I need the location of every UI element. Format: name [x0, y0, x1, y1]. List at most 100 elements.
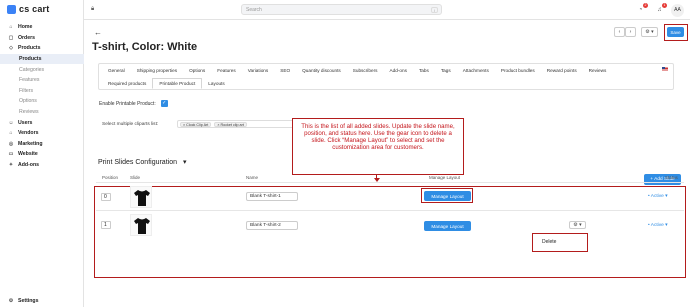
sidebar-item-add-ons[interactable]: ✦ Add-ons — [0, 160, 84, 171]
sidebar-item-features-sub[interactable]: Features — [0, 75, 84, 86]
position-input[interactable]: 1 — [101, 221, 111, 229]
sidebar-item-settings[interactable]: ⚙ Settings — [0, 296, 39, 307]
section-title-text: Print Slides Configuration — [98, 158, 177, 166]
row-divider — [96, 182, 684, 183]
sidebar-item-label: Users — [18, 119, 33, 126]
alerts-badge: 1 — [662, 3, 667, 8]
slide-name-input[interactable]: Blank T-shirt-1 — [246, 192, 298, 201]
tab-reward-points[interactable]: Reward points — [541, 68, 583, 73]
bell-icon[interactable]: ♫ 1 — [655, 3, 667, 14]
tab-reviews[interactable]: Reviews — [583, 68, 613, 73]
tab-variations[interactable]: Variations — [242, 68, 275, 73]
products-icon: ◇ — [9, 45, 13, 52]
search-input[interactable]: Search / — [241, 4, 442, 15]
tshirt-thumbnail — [130, 214, 152, 236]
clipart-label: Select multiple cliparts list: — [102, 122, 159, 127]
tabs: General Shipping properties Options Feature… — [98, 63, 674, 90]
tab-subscribers[interactable]: Subscribers — [347, 68, 384, 73]
tab-product-bundles[interactable]: Product bundles — [495, 68, 541, 73]
sidebar-item-label: Home — [18, 24, 33, 31]
clipart-chip[interactable]: × Rocket clip art — [214, 121, 247, 127]
manage-layout-button[interactable]: Manage Layout — [424, 191, 471, 201]
sidebar-item-website[interactable]: ▭ Website — [0, 149, 84, 160]
sidebar-item-reviews-sub[interactable]: Reviews — [0, 107, 84, 118]
save-button[interactable]: Save — [667, 27, 684, 37]
settings-icon: ⚙ — [8, 298, 14, 305]
sidebar-item-users[interactable]: ☺ Users — [0, 117, 84, 128]
clipart-chip[interactable]: × Clock Clip Art — [180, 121, 212, 127]
gear-icon: ⚙ ▾ — [573, 222, 582, 228]
tab-shipping-properties[interactable]: Shipping properties — [131, 68, 183, 73]
status-dropdown[interactable]: • Active ▾ — [648, 194, 668, 199]
addons-icon: ✦ — [8, 162, 14, 169]
enable-printable-row: Enable Printable Product: ✓ — [99, 100, 168, 107]
tab-add-ons[interactable]: Add-ons — [383, 68, 412, 73]
tab-tabs[interactable]: Tabs — [413, 68, 435, 73]
sidebar-item-label: Products — [18, 45, 41, 52]
sidebar-item-home[interactable]: ⌂ Home — [0, 22, 84, 33]
tab-required-products[interactable]: Required products — [102, 81, 152, 86]
slide-name-input[interactable]: Blank T-shirt-2 — [246, 221, 298, 230]
prev-button[interactable]: ‹ — [614, 27, 625, 37]
website-icon: ▭ — [8, 151, 14, 158]
manage-layout-button[interactable]: Manage Layout — [424, 221, 471, 231]
column-header-status: Status — [665, 175, 678, 180]
column-header-position: Position — [102, 175, 119, 180]
vendors-icon: ⌂ — [9, 130, 13, 137]
tab-options[interactable]: Options — [183, 68, 211, 73]
tabs-row-2: Required products Printable Product Layout… — [102, 78, 231, 89]
sidebar-item-label: Filters — [19, 87, 34, 94]
tab-seo[interactable]: SEO — [274, 68, 296, 73]
tab-quantity-discounts[interactable]: Quantity discounts — [296, 68, 347, 73]
position-input[interactable]: 0 — [101, 193, 111, 201]
tab-tags[interactable]: Tags — [435, 68, 457, 73]
section-title[interactable]: Print Slides Configuration ▾ — [98, 158, 187, 167]
sidebar: cs cart ⌂ Home ▢ Orders ◇ Products Products Cat… — [0, 0, 84, 307]
logo[interactable]: cs cart — [7, 4, 49, 14]
sidebar-item-products[interactable]: ◇ Products — [0, 43, 84, 54]
sidebar-item-label: Reviews — [19, 109, 39, 116]
tab-features[interactable]: Features — [211, 68, 242, 73]
users-icon: ☺ — [8, 119, 14, 126]
language-flag-icon[interactable] — [662, 67, 668, 71]
avatar[interactable]: AA — [671, 4, 684, 17]
delete-menu-item[interactable]: Delete — [542, 239, 556, 245]
sidebar-item-label: Website — [18, 151, 38, 158]
column-header-manage-layout: Manage Layout — [429, 175, 461, 180]
tshirt-icon — [134, 218, 150, 234]
sidebar-item-vendors[interactable]: ⌂ Vendors — [0, 128, 84, 139]
lock-icon[interactable]: 🔒︎ — [91, 6, 94, 13]
sidebar-item-label: Categories — [19, 66, 45, 73]
sidebar-item-label: Features — [19, 77, 40, 84]
row-divider — [96, 210, 684, 211]
sidebar-item-label: Options — [19, 98, 37, 105]
delete-menu-highlight: Delete — [532, 233, 588, 252]
instruction-callout: This is the list of all added slides. Up… — [292, 118, 464, 175]
back-arrow-icon[interactable]: ← — [94, 28, 102, 37]
column-header-name: Name — [246, 175, 259, 180]
home-icon: ⌂ — [9, 24, 13, 31]
sidebar-item-options-sub[interactable]: Options — [0, 96, 84, 107]
sidebar-item-orders[interactable]: ▢ Orders — [0, 33, 84, 44]
tab-printable-product[interactable]: Printable Product — [152, 78, 203, 89]
gear-dropdown-button[interactable]: ⚙ ▾ — [641, 27, 658, 37]
status-dropdown[interactable]: • Active ▾ — [648, 223, 668, 228]
next-button[interactable]: › — [625, 27, 636, 37]
enable-printable-checkbox[interactable]: ✓ — [160, 100, 168, 107]
orders-icon: ▢ — [8, 34, 14, 41]
tabs-row-1: General Shipping properties Options Feature… — [102, 65, 612, 76]
tab-layouts[interactable]: Layouts — [202, 81, 230, 86]
sidebar-item-marketing[interactable]: ◎ Marketing — [0, 139, 84, 150]
tab-general[interactable]: General — [102, 68, 131, 73]
gear-dropdown[interactable]: ⚙ ▾ — [569, 221, 586, 229]
page-title: T-shirt, Color: White — [92, 41, 198, 53]
main-content: ← T-shirt, Color: White ‹ › ⚙ ▾ Save Gen… — [84, 20, 690, 307]
marketing-icon: ◎ — [8, 140, 14, 147]
tab-attachments[interactable]: Attachments — [457, 68, 495, 73]
callout-text: This is the list of all added slides. Up… — [301, 123, 455, 152]
sidebar-item-label: Products — [19, 56, 42, 63]
notifications-icon[interactable]: ◔ 2 — [636, 3, 648, 14]
sidebar-item-categories-sub[interactable]: Categories — [0, 64, 84, 75]
sidebar-item-products-sub[interactable]: Products — [0, 53, 84, 65]
sidebar-item-filters-sub[interactable]: Filters — [0, 86, 84, 97]
